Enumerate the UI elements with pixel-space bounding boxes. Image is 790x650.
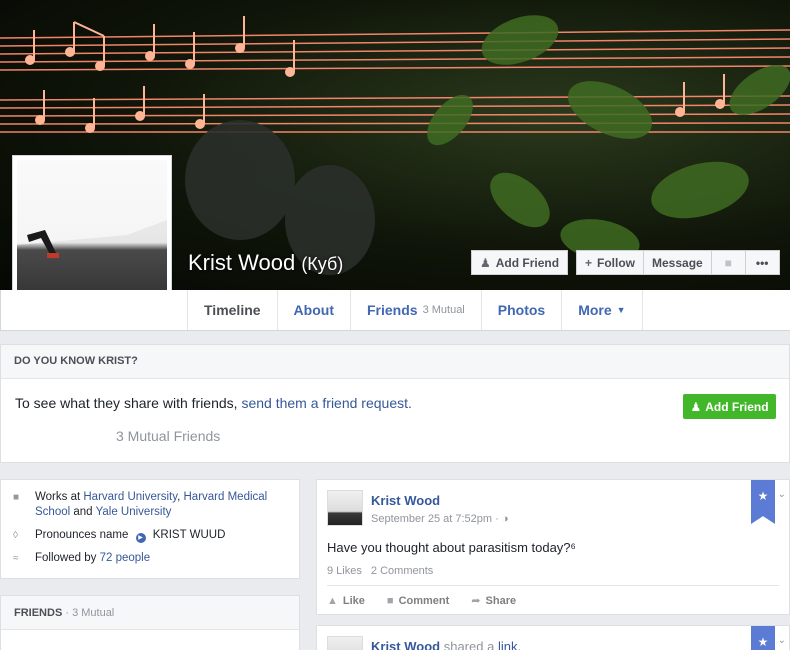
comment-icon: ■ (386, 594, 394, 607)
post-shared-text: shared a (443, 639, 495, 650)
more-options-button[interactable]: ••• (745, 250, 780, 275)
share-icon: ➦ (471, 595, 481, 607)
profile-tab-bar: Timeline About Friends 3 Mutual Photos M… (0, 290, 790, 331)
pronounce-row: ◊ Pronounces name ▶ KRIST WUUD (13, 528, 287, 543)
comments-count[interactable]: 2 Comments (371, 565, 433, 577)
pronounce-value: KRIST WUUD (152, 529, 226, 541)
post-author-name[interactable]: Krist Wood (371, 639, 440, 650)
add-friend-button[interactable]: ♟ Add Friend (683, 394, 776, 419)
person-icon: ♟ (690, 399, 702, 414)
avatar[interactable] (327, 490, 363, 526)
video-icon: ■ (724, 255, 732, 270)
profile-picture-image (17, 160, 167, 310)
follow-label: Follow (597, 255, 636, 270)
do-you-know-text: To see what they share with friends, (15, 395, 238, 411)
works-prefix: Works at (35, 491, 81, 503)
person-icon: ♟ (480, 255, 491, 270)
pronounce-label: Pronounces name (35, 529, 129, 541)
tab-photos-label: Photos (497, 302, 546, 318)
caret-down-icon: ▼ (616, 305, 626, 315)
thumbs-up-icon: ▲ (327, 594, 338, 607)
friends-box: FRIENDS · 3 Mutual (0, 595, 300, 650)
friends-box-mutual: · 3 Mutual (65, 607, 115, 619)
send-friend-request-link[interactable]: send them a friend request. (241, 395, 411, 411)
works-and: and (73, 506, 93, 518)
add-friend-cover-label: Add Friend (495, 255, 560, 270)
followers-link[interactable]: 72 people (100, 552, 151, 564)
ellipsis-icon: ••• (755, 255, 769, 270)
add-friend-cover-group: ♟ Add Friend (471, 250, 569, 275)
tab-about[interactable]: About (276, 290, 350, 330)
globe-icon: ◑ (501, 513, 509, 525)
chevron-down-icon[interactable]: ⌄ (778, 489, 786, 500)
pronounce-text: Pronounces name ▶ KRIST WUUD (35, 528, 225, 543)
plus-icon: + (585, 255, 593, 270)
like-label: Like (342, 594, 365, 607)
post-divider (327, 585, 779, 586)
comment-button[interactable]: ■ Comment (387, 594, 449, 607)
post-stats: 9 Likes 2 Comments (327, 565, 439, 577)
tab-more-label: More (578, 302, 612, 318)
share-button[interactable]: ➦ Share (471, 594, 517, 608)
tab-friends-mutual: 3 Mutual (422, 304, 465, 316)
likes-count[interactable]: 9 Likes (327, 565, 362, 577)
message-button[interactable]: Message (644, 250, 712, 275)
like-button[interactable]: ▲ Like (327, 594, 365, 607)
do-you-know-header: DO YOU KNOW KRIST? (1, 345, 789, 379)
work-row: ■ Works at Harvard University, Harvard M… (13, 490, 287, 520)
do-you-know-box: DO YOU KNOW KRIST? To see what they shar… (0, 344, 790, 463)
share-label: Share (485, 594, 517, 607)
tab-friends[interactable]: Friends 3 Mutual (349, 290, 481, 330)
tab-timeline-label: Timeline (204, 302, 261, 318)
profile-alt-name: (Куб) (301, 254, 344, 274)
post-date-text[interactable]: September 25 at 7:52pm · (371, 513, 502, 525)
star-ribbon-icon[interactable]: ★ (751, 480, 775, 524)
profile-name: Krist Wood (Куб) (188, 250, 343, 276)
timeline-post: Krist Wood September 25 at 7:52pm · ◑ Ha… (316, 479, 790, 615)
chevron-down-icon[interactable]: ⌄ (778, 635, 786, 646)
friends-box-header: FRIENDS · 3 Mutual (1, 596, 299, 630)
friends-box-title[interactable]: FRIENDS (14, 607, 62, 619)
tab-timeline[interactable]: Timeline (187, 290, 277, 330)
sound-icon: ◊ (13, 530, 18, 541)
profile-tabs: Timeline About Friends 3 Mutual Photos M… (187, 290, 643, 330)
post-link[interactable]: link. (498, 639, 521, 650)
follow-button[interactable]: + Follow (576, 250, 645, 275)
comment-label: Comment (398, 594, 450, 607)
message-label: Message (652, 255, 703, 270)
add-friend-cover-button[interactable]: ♟ Add Friend (471, 250, 569, 275)
post-date: September 25 at 7:52pm · ◑ (371, 513, 509, 525)
post-author: Krist Wood shared a link. (371, 639, 521, 650)
followed-prefix: Followed by (35, 552, 97, 564)
followers-text: Followed by 72 people (35, 551, 150, 566)
mutual-friends-count[interactable]: 3 Mutual Friends (116, 428, 220, 444)
post-text: Have you thought about parasitism today?… (327, 540, 576, 555)
avatar[interactable] (327, 636, 363, 650)
timeline-post: Krist Wood shared a link. ★ ⌄ (316, 625, 790, 650)
work-link-harvard[interactable]: Harvard University (83, 491, 177, 503)
post-actions: ▲ Like ■ Comment ➦ Share (327, 594, 538, 608)
star-ribbon-icon[interactable]: ★ (751, 626, 775, 650)
add-friend-label: Add Friend (705, 399, 769, 414)
intro-box: ■ Works at Harvard University, Harvard M… (0, 479, 300, 579)
followers-row: ≈ Followed by 72 people (13, 551, 287, 566)
do-you-know-message: To see what they share with friends, sen… (15, 395, 412, 411)
post-author[interactable]: Krist Wood (371, 493, 440, 508)
briefcase-icon: ■ (13, 492, 20, 503)
tab-friends-label: Friends (366, 302, 418, 318)
tab-photos[interactable]: Photos (480, 290, 561, 330)
work-link-yale[interactable]: Yale University (96, 506, 172, 518)
cover-actions: + Follow Message ■ ••• (576, 250, 780, 275)
tab-more[interactable]: More ▼ (561, 290, 643, 330)
tab-about-label: About (293, 302, 334, 318)
video-call-button[interactable]: ■ (711, 250, 746, 275)
profile-name-text: Krist Wood (188, 250, 296, 275)
rss-icon: ≈ (13, 553, 19, 564)
work-text: Works at Harvard University, Harvard Med… (35, 491, 268, 518)
play-icon[interactable]: ▶ (135, 533, 146, 543)
